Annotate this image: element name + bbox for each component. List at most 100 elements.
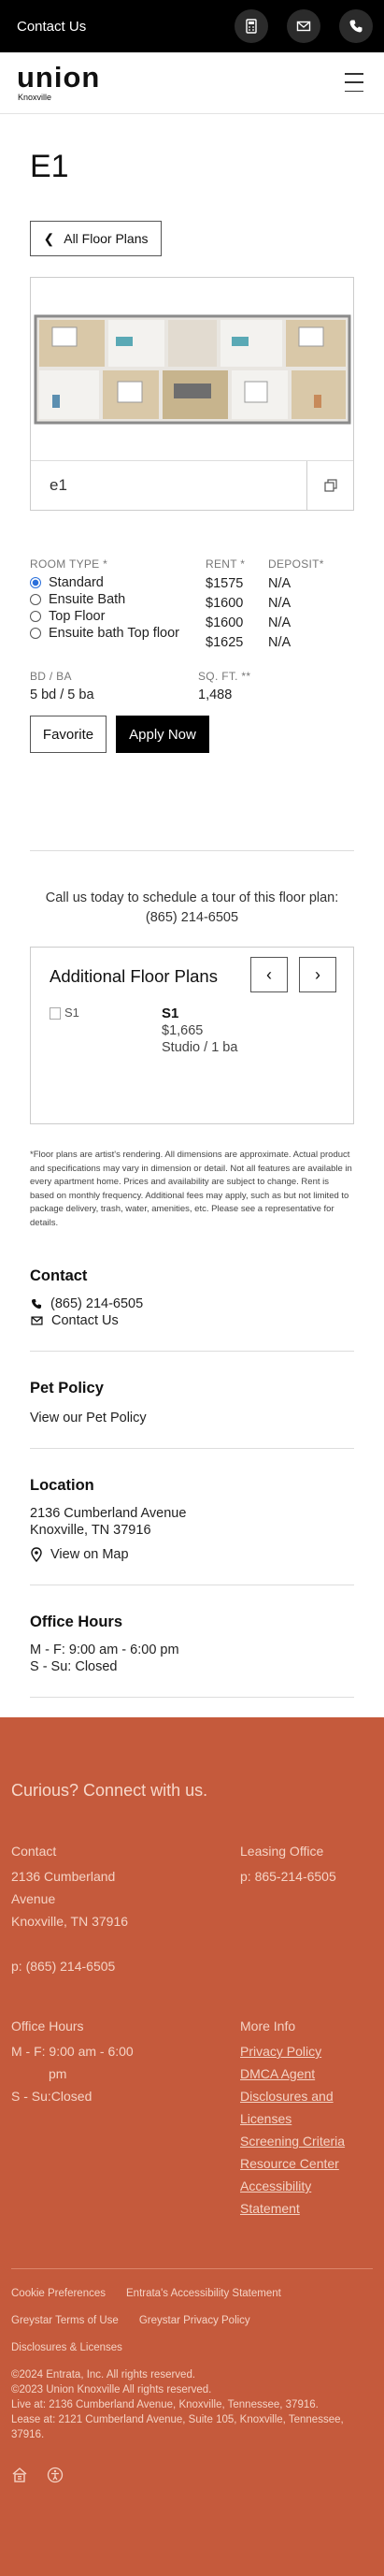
room-type-table: ROOM TYPE * RENT * DEPOSIT* Standard Ens… (30, 557, 354, 653)
floor-plan-image[interactable] (31, 278, 353, 461)
footer-hours-weekend: S - Su:Closed (11, 2089, 92, 2104)
call-phone[interactable]: (865) 214-6505 (30, 908, 354, 928)
privacy-policy-link[interactable]: Privacy Policy (240, 2040, 373, 2062)
pet-policy-link[interactable]: View our Pet Policy (30, 1411, 354, 1425)
disclaimer-text: *Floor plans are artist's rendering. All… (30, 1150, 352, 1228)
view-on-map-link[interactable]: View on Map (30, 1547, 354, 1562)
additional-plan-price: $1,665 (162, 1023, 204, 1038)
contact-phone-row[interactable]: (865) 214-6505 (30, 1296, 354, 1311)
plan-actions: Favorite Apply Now (30, 716, 354, 753)
footer-phone[interactable]: p: (865) 214-6505 (11, 1955, 240, 1977)
sqft-label: SQ. FT. ** (198, 670, 251, 683)
deposit-value: N/A (268, 576, 292, 591)
additional-plan-info: S1 $1,665 Studio / 1 ba (162, 1006, 237, 1055)
additional-plan-name[interactable]: S1 (162, 1006, 237, 1021)
site-footer: Curious? Connect with us. Contact 2136 C… (0, 1717, 384, 2576)
rent-values: $1575 $1600 $1600 $1625 (198, 574, 268, 653)
favorite-button[interactable]: Favorite (30, 716, 107, 753)
pet-policy-heading: Pet Policy (30, 1380, 104, 1397)
option-label: Top Floor (49, 609, 106, 624)
equal-housing-icon[interactable] (11, 2467, 28, 2483)
lease-at-address: Lease at: 2121 Cumberland Avenue, Suite … (11, 2414, 344, 2440)
footer-grid: Contact 2136 Cumberland Avenue Knoxville… (11, 1844, 373, 2220)
footer-more-info: More Info Privacy Policy DMCA Agent Disc… (240, 2019, 373, 2220)
screening-criteria-link[interactable]: Screening Criteria (240, 2130, 373, 2152)
floor-plan-card: e1 (30, 277, 354, 511)
rent-value: $1575 (206, 576, 244, 591)
dmca-agent-link[interactable]: DMCA Agent (240, 2062, 373, 2085)
next-plan-button[interactable]: › (299, 957, 336, 992)
email-icon (296, 21, 311, 32)
location-heading: Location (30, 1477, 94, 1494)
rent-value: $1600 (206, 596, 244, 611)
accessibility-icon[interactable] (47, 2467, 64, 2483)
logo-wordmark: union (17, 60, 101, 94)
all-floor-plans-button[interactable]: ❮ All Floor Plans (30, 221, 162, 256)
plan-name-row: e1 (31, 461, 353, 510)
contact-us-link[interactable]: Contact Us (17, 19, 216, 35)
phone-button[interactable] (339, 9, 373, 43)
previous-plan-button[interactable]: ‹ (250, 957, 288, 992)
room-type-option[interactable]: Standard (30, 574, 198, 591)
entrata-accessibility-link[interactable]: Entrata's Accessibility Statement (126, 2288, 281, 2299)
contact-phone: (865) 214-6505 (50, 1296, 144, 1311)
email-button[interactable] (287, 9, 320, 43)
accessibility-statement-link[interactable]: Accessibility Statement (240, 2175, 373, 2220)
footer-hours-weekday-cont: pm (49, 2066, 67, 2081)
room-type-option[interactable]: Ensuite Bath (30, 591, 198, 608)
contact-section: Contact (865) 214-6505 Contact Us (30, 1267, 354, 1352)
site-header: union Knoxville (0, 52, 384, 114)
copyright-union: ©2023 Union Knoxville All rights reserve… (11, 2384, 212, 2395)
address-line-1: 2136 Cumberland Avenue (30, 1506, 187, 1521)
office-hours-section: Office Hours M - F: 9:00 am - 6:00 pm S … (30, 1614, 354, 1698)
radio[interactable] (30, 611, 41, 622)
divider (30, 1351, 354, 1352)
additional-plan-item[interactable]: S1 S1 $1,665 Studio / 1 ba (50, 1006, 334, 1055)
top-bar: Contact Us (0, 0, 384, 52)
footer-contact: Contact 2136 Cumberland Avenue Knoxville… (11, 1844, 240, 1977)
resource-center-link[interactable]: Resource Center (240, 2152, 373, 2175)
radio[interactable] (30, 628, 41, 639)
deposit-value: N/A (268, 596, 292, 611)
additional-plan-image[interactable]: S1 (50, 1006, 162, 1055)
disclosures-link[interactable]: Disclosures & Licenses (11, 2342, 122, 2353)
chevron-left-icon: ‹ (266, 964, 272, 984)
address-line-2: Knoxville, TN 37916 (30, 1523, 151, 1538)
greystar-privacy-link[interactable]: Greystar Privacy Policy (139, 2315, 250, 2326)
calculator-button[interactable] (235, 9, 268, 43)
contact-heading: Contact (30, 1267, 88, 1284)
hours-weekend: S - Su: Closed (30, 1659, 118, 1674)
location-section: Location 2136 Cumberland Avenue Knoxvill… (30, 1477, 354, 1585)
room-type-options: Standard Ensuite Bath Top Floor Ensuite … (30, 574, 198, 653)
greystar-terms-link[interactable]: Greystar Terms of Use (11, 2315, 119, 2326)
map-pin-icon (31, 1547, 42, 1562)
image-alt-text: S1 (64, 1006, 79, 1020)
hours-weekday: M - F: 9:00 am - 6:00 pm (30, 1643, 179, 1657)
room-type-option[interactable]: Top Floor (30, 608, 198, 625)
leasing-phone[interactable]: p: 865-214-6505 (240, 1865, 373, 1888)
bdba-label: BD / BA (30, 670, 72, 683)
contact-us-row[interactable]: Contact Us (30, 1313, 354, 1328)
footer-icons (11, 2467, 373, 2483)
chevron-left-icon: ❮ (43, 230, 55, 246)
leasing-heading: Leasing Office (240, 1844, 324, 1859)
apply-now-button[interactable]: Apply Now (116, 716, 209, 753)
room-type-option[interactable]: Ensuite bath Top floor (30, 625, 198, 642)
option-label: Ensuite bath Top floor (49, 626, 179, 641)
plan-name: e1 (50, 476, 67, 494)
additional-floor-plans: Additional Floor Plans ‹ › S1 S1 $1,665 … (30, 947, 354, 1124)
divider (30, 850, 354, 851)
call-to-tour: Call us today to schedule a tour of this… (30, 889, 354, 928)
copy-button[interactable] (306, 461, 353, 510)
footer-legal: Cookie Preferences Entrata's Accessibilit… (11, 2268, 373, 2483)
copyright-entrata: ©2024 Entrata, Inc. All rights reserved. (11, 2369, 196, 2381)
footer-leasing: Leasing Office p: 865-214-6505 (240, 1844, 373, 1977)
cookie-preferences-link[interactable]: Cookie Preferences (11, 2288, 106, 2299)
radio[interactable] (30, 594, 41, 605)
hamburger-menu-icon[interactable] (345, 73, 363, 92)
floor-plan-render (34, 314, 350, 424)
union-logo[interactable]: union Knoxville (17, 60, 101, 102)
disclosures-licenses-link[interactable]: Disclosures and Licenses (240, 2085, 373, 2130)
radio-selected[interactable] (30, 577, 41, 588)
footer-contact-heading: Contact (11, 1844, 57, 1859)
